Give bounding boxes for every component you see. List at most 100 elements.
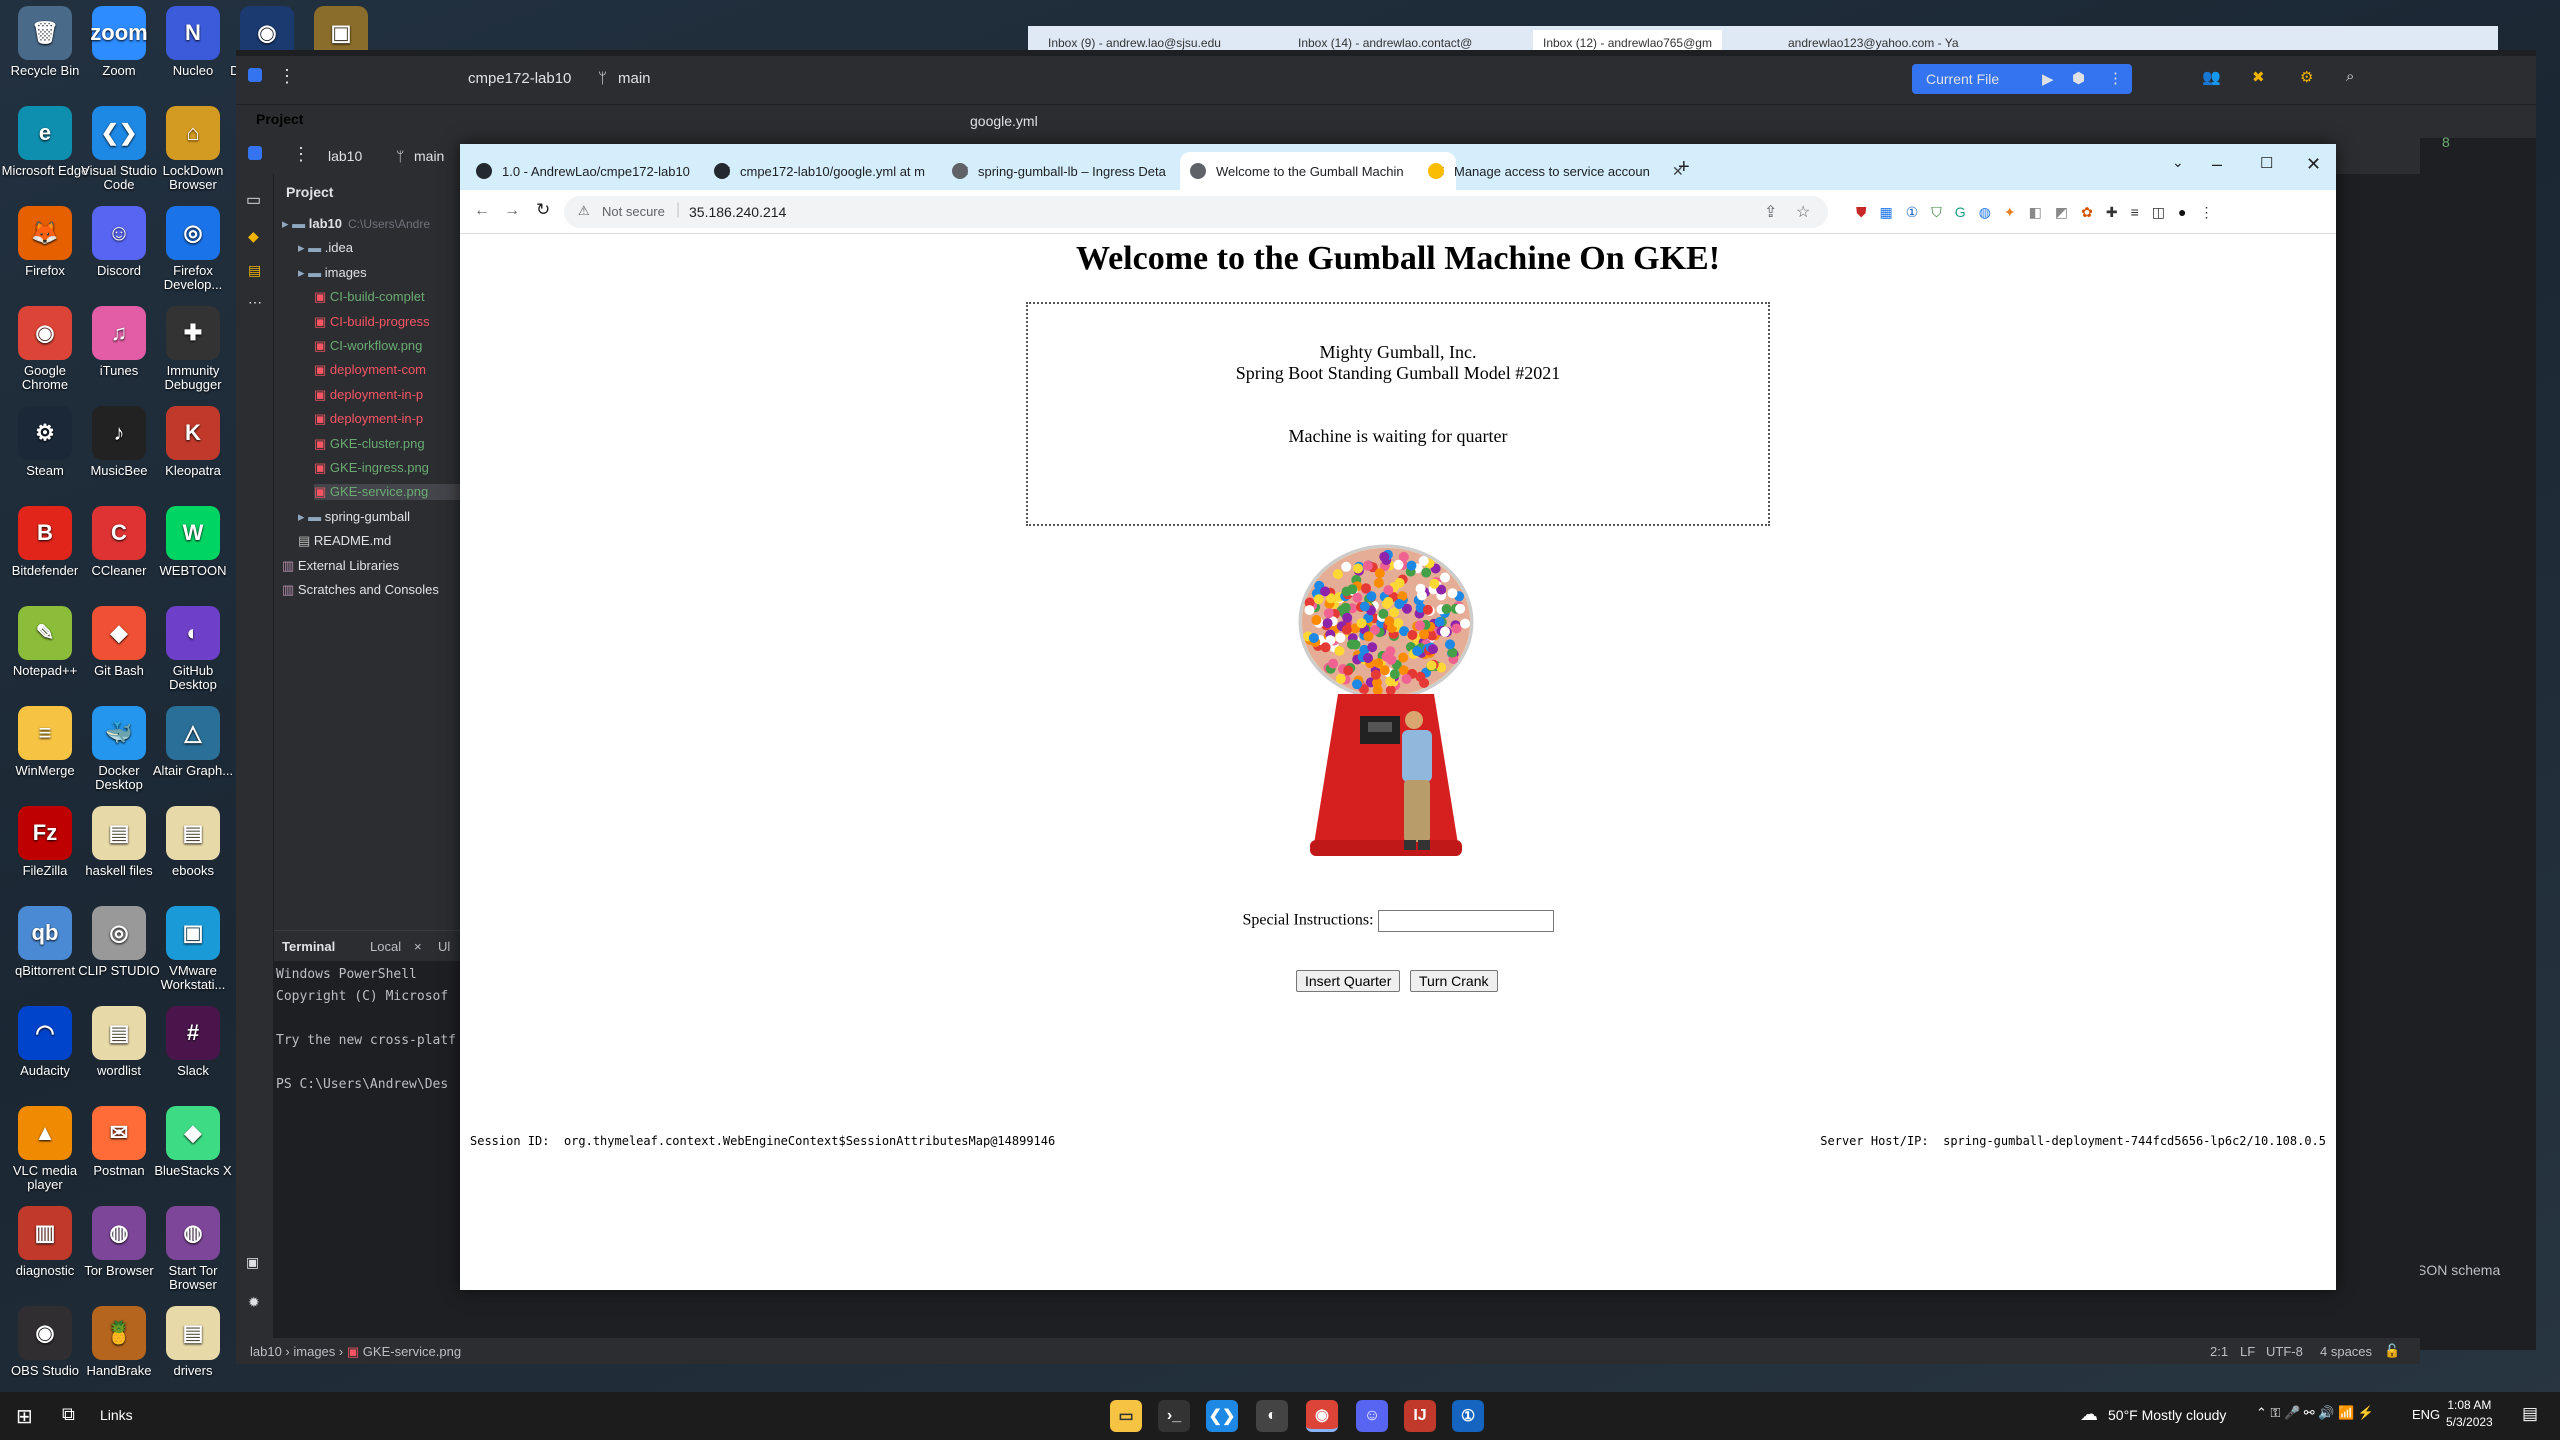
tools-icon[interactable]: ✖ (2252, 68, 2265, 86)
desktop-icon[interactable]: ▣ VMware Workstati... (148, 906, 238, 992)
reading-list-icon[interactable]: ≡ (2131, 204, 2139, 221)
extension-icon[interactable]: ◍ (1979, 204, 1991, 221)
terminal-icon[interactable]: ›_ (1158, 1400, 1190, 1432)
tree-item[interactable]: ▣ CI-build-complet (314, 289, 425, 305)
tree-item[interactable]: ▥ Scratches and Consoles (282, 582, 439, 598)
tree-item[interactable]: ▣ CI-workflow.png (314, 338, 422, 354)
main-menu-icon[interactable]: ⋮ (292, 144, 310, 165)
tree-item[interactable]: ▸ ▬ .idea (298, 240, 353, 256)
tree-item[interactable]: ▥ External Libraries (282, 558, 399, 574)
people-icon[interactable]: 👥 (2202, 68, 2221, 86)
desktop-icon[interactable]: ◐ GitHub Desktop (148, 606, 238, 692)
extension-icon[interactable]: ◧ (2029, 204, 2042, 221)
maximize-button[interactable]: ☐ (2260, 154, 2273, 172)
reload-icon[interactable]: ↻ (536, 200, 550, 220)
close-icon[interactable]: × (414, 939, 422, 954)
terminal-tab-local[interactable]: Local (370, 939, 401, 954)
extension-icon[interactable]: ▦ (1880, 204, 1893, 221)
structure-tool-icon[interactable]: ▤ (248, 262, 261, 279)
file-encoding[interactable]: UTF-8 (2266, 1344, 2303, 1359)
windows-start-icon[interactable]: ⊞ (16, 1404, 33, 1429)
grammarly-icon[interactable]: G (1955, 204, 1966, 221)
editor-tab-google-yml[interactable]: google.yml (970, 113, 1038, 129)
onepassword-icon[interactable]: ① (1452, 1400, 1484, 1432)
problems-counter[interactable]: 8 (2442, 134, 2450, 150)
profile-avatar-icon[interactable]: ● (2178, 204, 2186, 221)
shield-icon[interactable]: ⛉ (1931, 204, 1942, 221)
tree-item[interactable]: ▸ ▬ images (298, 265, 367, 281)
more-tools-icon[interactable]: ⋯ (248, 294, 262, 311)
browser-tab[interactable]: spring-gumball-lb – Ingress Deta✕ (942, 152, 1218, 190)
close-window-button[interactable]: ✕ (2306, 154, 2321, 175)
tree-item[interactable]: ▣ GKE-service.png (314, 484, 480, 501)
file-explorer-icon[interactable]: ▭ (1110, 1400, 1142, 1432)
terminal-output[interactable]: Windows PowerShell Copyright (C) Microsof… (276, 967, 456, 1099)
tree-item[interactable]: ▸ ▬ lab10 C:\Users\Andre (282, 216, 430, 232)
services-tool-icon[interactable]: ✹ (248, 1294, 260, 1311)
project-panel-label[interactable]: Project (256, 111, 303, 127)
tree-item[interactable]: ▣ GKE-ingress.png (314, 460, 429, 476)
indent-setting[interactable]: 4 spaces (2320, 1344, 2372, 1359)
tree-item[interactable]: ▣ deployment-in-p (314, 387, 423, 403)
extension-icon[interactable]: ✿ (2081, 204, 2093, 221)
lock-icon[interactable]: 🔓 (2384, 1343, 2400, 1359)
desktop-icon[interactable]: ◎ Firefox Develop... (148, 206, 238, 292)
extension-icon[interactable]: ✦ (2004, 204, 2016, 221)
browser-tab[interactable]: Welcome to the Gumball Machin✕ (1180, 152, 1456, 190)
turn-crank-button[interactable]: Turn Crank (1410, 970, 1498, 992)
notifications-icon[interactable]: ▤ (2522, 1404, 2538, 1424)
tree-item[interactable]: ▣ GKE-cluster.png (314, 436, 425, 452)
breadcrumb-item[interactable]: images (293, 1344, 335, 1359)
clock[interactable]: 1:08 AM 5/3/2023 (2446, 1397, 2493, 1431)
onepassword-icon[interactable]: ① (1906, 204, 1919, 221)
main-menu-icon[interactable]: ⋮ (278, 66, 296, 87)
app-icon[interactable]: ◐ (1256, 1400, 1288, 1432)
tray-icons[interactable]: ⌃ ⚿ 🎤 ⚯ 🔊 📶 ⚡ (2256, 1405, 2374, 1421)
language-indicator[interactable]: ENG (2412, 1407, 2440, 1422)
browser-tab[interactable]: cmpe172-lab10/google.yml at m✕ (704, 152, 980, 190)
new-tab-button[interactable]: + (1678, 156, 1690, 179)
desktop-icon[interactable]: K Kleopatra (148, 406, 238, 478)
desktop-icon[interactable]: ▤ drivers (148, 1306, 238, 1378)
puzzle-icon[interactable]: ✚ (2106, 204, 2118, 221)
debug-icon[interactable]: ⬢ (2072, 69, 2085, 87)
desktop-icon[interactable]: ▤ ebooks (148, 806, 238, 878)
tree-item[interactable]: ▤ README.md (298, 533, 391, 549)
tree-item[interactable]: ▣ CI-build-progress (314, 314, 430, 330)
tree-item[interactable]: ▣ deployment-in-p (314, 411, 423, 427)
share-icon[interactable]: ⇪ (1764, 202, 1777, 222)
desktop-icon[interactable]: W WEBTOON (148, 506, 238, 578)
side-panel-icon[interactable]: ◫ (2152, 204, 2165, 221)
terminal-tab-title[interactable]: Terminal (282, 939, 335, 954)
desktop-icon[interactable]: △ Altair Graph... (148, 706, 238, 778)
special-instructions-input[interactable] (1377, 910, 1554, 932)
json-schema-label[interactable]: JSON schema (2410, 1262, 2500, 1278)
insert-quarter-button[interactable]: Insert Quarter (1296, 970, 1401, 992)
commit-tool-icon[interactable]: ◆ (248, 228, 259, 245)
task-view-icon[interactable]: ⧉ (62, 1404, 75, 1425)
desktop-icon[interactable]: ◍ Start Tor Browser (148, 1206, 238, 1292)
terminal-tool-icon[interactable]: ▣ (246, 1254, 259, 1271)
tab-search-icon[interactable]: ⌄ (2172, 154, 2184, 171)
extension-icon[interactable]: ◩ (2055, 204, 2068, 221)
gear-icon[interactable]: ⚙ (2300, 68, 2313, 86)
browser-tab[interactable]: 1.0 - AndrewLao/cmpe172-lab10✕ (466, 152, 742, 190)
project-selector[interactable]: cmpe172-lab10 (468, 70, 571, 87)
terminal-tab-extra[interactable]: Ul (438, 939, 450, 954)
omnibox[interactable]: ⚠ Not secure | 35.186.240.214 ⇪ ☆ (564, 196, 1828, 228)
line-separator[interactable]: LF (2240, 1344, 2255, 1359)
desktop-icon[interactable]: # Slack (148, 1006, 238, 1078)
caret-position[interactable]: 2:1 (2210, 1344, 2228, 1359)
intellij-icon[interactable]: IJ (1404, 1400, 1436, 1432)
back-icon[interactable]: ← (474, 202, 490, 220)
project-selector[interactable]: lab10 (328, 148, 362, 164)
discord-icon[interactable]: ☺ (1356, 1400, 1388, 1432)
links-toolbar[interactable]: Links (100, 1407, 133, 1423)
desktop-icon[interactable]: ✚ Immunity Debugger (148, 306, 238, 392)
more-icon[interactable]: ⋮ (2108, 69, 2123, 87)
warning-icon[interactable]: ⚠ (578, 203, 590, 219)
chrome-icon[interactable]: ◉ (1306, 1400, 1338, 1432)
minimize-button[interactable]: – (2212, 154, 2222, 175)
browser-tab[interactable]: Manage access to service accoun ✕ (1418, 152, 1694, 190)
tree-item[interactable]: ▣ deployment-com (314, 362, 426, 378)
